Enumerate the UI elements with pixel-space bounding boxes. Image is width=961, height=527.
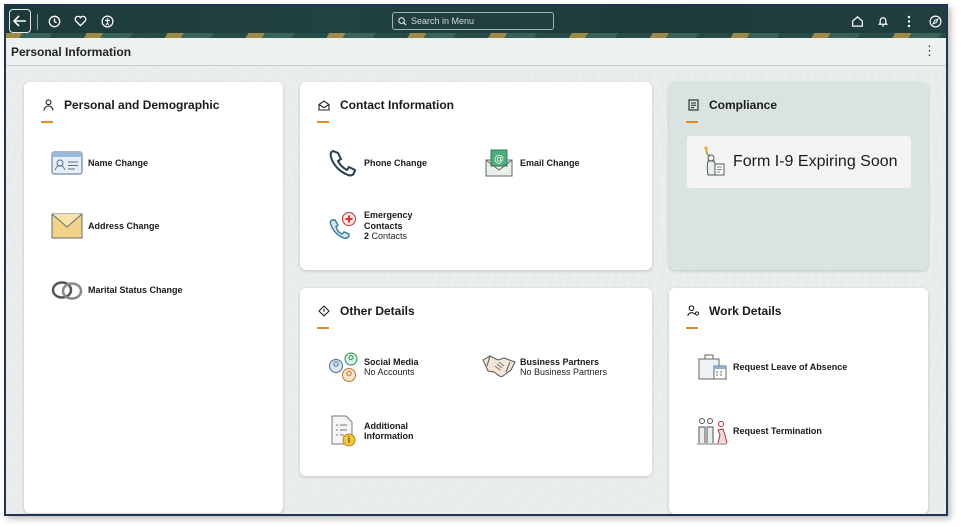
- suitcase-calendar-icon: [695, 352, 729, 382]
- item-label-line2: Contacts: [364, 220, 403, 231]
- home-icon[interactable]: [846, 10, 868, 32]
- phone-change-link[interactable]: Phone Change: [326, 148, 427, 178]
- item-label-line2: Information: [364, 431, 414, 441]
- envelope-icon: [50, 211, 84, 241]
- top-navigation-bar: Search in Menu: [6, 6, 946, 38]
- search-icon: [398, 16, 407, 26]
- statue-of-liberty-icon: [695, 145, 729, 179]
- open-envelope-icon: [317, 98, 331, 112]
- request-termination-link[interactable]: Request Termination: [695, 416, 822, 446]
- item-label-line1: Additional: [364, 420, 408, 431]
- person-gear-icon: [686, 304, 700, 318]
- title-accent: [686, 121, 698, 123]
- item-label: Address Change: [88, 220, 160, 231]
- wedding-rings-icon: [50, 275, 84, 305]
- social-media-link[interactable]: Social Media No Accounts: [326, 352, 419, 382]
- back-arrow-icon[interactable]: [9, 9, 31, 33]
- tile-personal-demographic[interactable]: Personal and Demographic Name Change Add…: [24, 82, 283, 513]
- title-accent: [317, 327, 329, 329]
- social-media-icon: [326, 352, 360, 382]
- person-icon: [41, 98, 55, 112]
- toolbar-divider: [37, 14, 38, 30]
- business-partners-link[interactable]: Business Partners No Business Partners: [482, 352, 607, 382]
- name-change-link[interactable]: Name Change: [50, 148, 148, 178]
- tile-title: Compliance: [709, 98, 778, 112]
- request-leave-link[interactable]: Request Leave of Absence: [695, 352, 847, 382]
- item-label: Email Change: [520, 157, 580, 168]
- app-window: Search in Menu Personal Information ⋮ Pe…: [4, 4, 948, 516]
- email-icon: @: [482, 148, 516, 178]
- phone-icon: [326, 148, 360, 178]
- address-change-link[interactable]: Address Change: [50, 211, 160, 241]
- tile-work-details[interactable]: Work Details Request Leave of Absence Re…: [669, 288, 928, 514]
- email-change-link[interactable]: @ Email Change: [482, 148, 580, 178]
- form-status: Expiring Soon: [797, 153, 898, 170]
- tile-title: Other Details: [340, 304, 415, 318]
- tile-area: Personal and Demographic Name Change Add…: [6, 66, 946, 514]
- title-accent: [41, 121, 53, 123]
- marital-status-change-link[interactable]: Marital Status Change: [50, 275, 183, 305]
- title-accent: [317, 121, 329, 123]
- item-label: Request Termination: [733, 425, 822, 436]
- people-exit-icon: [695, 416, 729, 446]
- tile-compliance[interactable]: Compliance Form I-9 Expiring Soon: [669, 82, 928, 270]
- tile-title: Work Details: [709, 304, 782, 318]
- accessibility-icon[interactable]: [96, 10, 118, 32]
- search-placeholder: Search in Menu: [411, 16, 475, 26]
- item-sub: No Accounts: [364, 367, 415, 377]
- form-i9-card[interactable]: Form I-9 Expiring Soon: [687, 136, 911, 188]
- info-document-icon: [326, 415, 360, 447]
- page-title-bar: Personal Information ⋮: [6, 38, 946, 66]
- item-label: Request Leave of Absence: [733, 361, 848, 372]
- form-label: Form I-9: [733, 153, 794, 170]
- heart-icon[interactable]: [69, 10, 91, 32]
- item-label: Business Partners: [520, 356, 600, 367]
- additional-information-link[interactable]: Additional Information: [326, 415, 414, 447]
- search-input[interactable]: Search in Menu: [392, 12, 554, 30]
- document-icon: [686, 98, 700, 112]
- tile-title: Personal and Demographic: [64, 98, 220, 112]
- tile-other-details[interactable]: Other Details Social Media No Accounts B…: [300, 288, 652, 476]
- title-accent: [686, 327, 698, 329]
- page-actions-icon[interactable]: ⋮: [923, 44, 936, 57]
- emergency-phone-icon: [326, 211, 360, 241]
- tile-contact-information[interactable]: Contact Information Phone Change @ Email…: [300, 82, 652, 270]
- more-vertical-icon[interactable]: [898, 10, 920, 32]
- diamond-icon: [317, 304, 331, 318]
- history-icon[interactable]: [43, 10, 65, 32]
- emergency-contacts-link[interactable]: Emergency Contacts 2 Contacts: [326, 210, 413, 242]
- item-sub: No Business Partners: [520, 367, 608, 377]
- item-label-line1: Emergency: [364, 210, 413, 220]
- item-label: Phone Change: [364, 157, 428, 168]
- svg-text:@: @: [494, 154, 504, 165]
- tile-title: Contact Information: [340, 98, 454, 112]
- item-label: Social Media: [364, 356, 419, 367]
- contacts-count-text: 2 Contacts: [364, 231, 413, 242]
- handshake-icon: [482, 352, 516, 382]
- id-card-icon: [50, 148, 84, 178]
- item-label: Marital Status Change: [88, 284, 183, 295]
- contacts-count-suffix: Contacts: [369, 231, 408, 241]
- page-title: Personal Information: [11, 44, 132, 59]
- compass-icon[interactable]: [924, 10, 946, 32]
- item-label: Name Change: [88, 157, 149, 168]
- bell-icon[interactable]: [872, 10, 894, 32]
